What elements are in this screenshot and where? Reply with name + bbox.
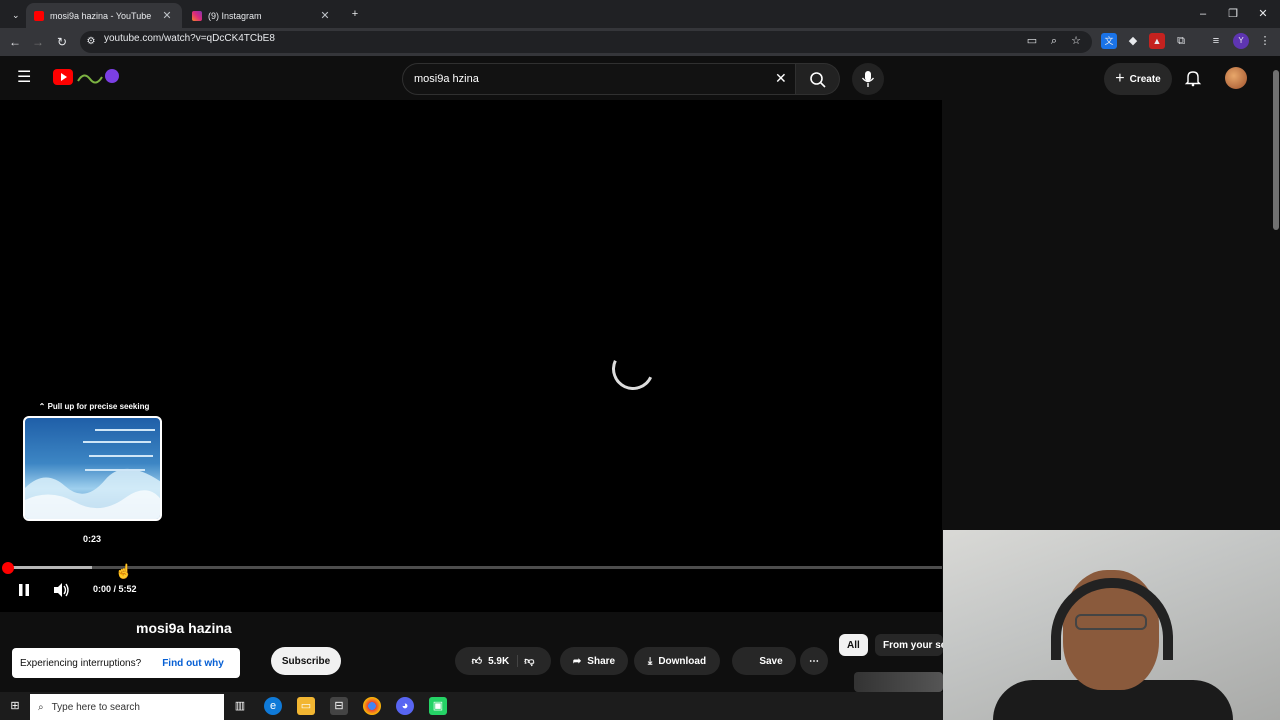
close-tab-icon[interactable]: ✕: [318, 9, 332, 22]
create-button[interactable]: + Create: [1104, 63, 1172, 95]
more-actions-icon[interactable]: ⋯: [800, 647, 828, 675]
new-tab-icon[interactable]: +: [340, 4, 370, 24]
progress-hover-fill: [8, 566, 92, 569]
account-avatar[interactable]: [1225, 67, 1247, 89]
tab-title: (9) Instagram: [208, 10, 262, 21]
clear-search-icon[interactable]: ✕: [775, 70, 787, 87]
mouse-cursor-icon: ☝: [115, 563, 133, 579]
hamburger-menu-icon[interactable]: ☰: [17, 69, 35, 87]
microphone-icon: [861, 71, 875, 87]
notifications-bell-icon[interactable]: [1184, 69, 1202, 87]
volume-icon[interactable]: [52, 582, 70, 598]
download-label: Download: [658, 655, 707, 667]
youtube-logo[interactable]: [53, 69, 73, 85]
reload-icon[interactable]: ↻: [53, 33, 71, 51]
back-icon[interactable]: ←: [6, 33, 24, 51]
task-view-icon[interactable]: ▥: [231, 697, 249, 715]
search-input[interactable]: mosi9a hzina ✕: [402, 63, 796, 95]
download-icon: ⤓: [647, 655, 653, 667]
chip-all[interactable]: All: [839, 634, 868, 656]
find-out-why-link[interactable]: Find out why: [162, 658, 224, 669]
seek-preview-thumbnail: [23, 416, 162, 521]
cast-icon[interactable]: ▭: [1024, 33, 1040, 49]
taskbar-search-placeholder: Type here to search: [51, 701, 140, 713]
search-button[interactable]: [796, 63, 840, 95]
time-display: 0:00 / 5:52: [93, 584, 137, 594]
forward-icon[interactable]: →: [29, 33, 47, 51]
progress-bar[interactable]: [8, 566, 942, 569]
create-label: Create: [1129, 73, 1161, 85]
share-button[interactable]: ➦ Share: [560, 647, 628, 675]
youtube-favicon-icon: [34, 10, 44, 21]
pause-icon[interactable]: [16, 582, 32, 598]
extension-red-icon[interactable]: ▲: [1149, 33, 1165, 49]
search-icon: ⌕: [38, 701, 44, 713]
translate-extension-icon[interactable]: 文: [1101, 33, 1117, 49]
share-label: Share: [587, 655, 616, 667]
scrubber-handle[interactable]: [2, 562, 14, 574]
file-explorer-icon[interactable]: ▭: [297, 697, 315, 715]
android-studio-icon[interactable]: ▣: [429, 697, 447, 715]
like-dislike-group: 👍︎ 5.9K 👎︎: [455, 647, 551, 675]
notice-text: Experiencing interruptions?: [20, 657, 142, 669]
tab-instagram[interactable]: (9) Instagram ✕: [184, 3, 340, 28]
thumbs-up-icon: 👍︎: [471, 656, 483, 667]
profile-icon[interactable]: Y: [1233, 33, 1249, 49]
tab-title: mosi9a hazina - YouTube: [50, 10, 152, 21]
reading-list-icon[interactable]: ≡: [1208, 33, 1224, 49]
restore-icon[interactable]: ❐: [1218, 4, 1248, 24]
discord-icon[interactable]: ◕: [396, 697, 414, 715]
extensions-puzzle-icon[interactable]: ⧉: [1173, 33, 1189, 49]
url-text[interactable]: youtube.com/watch?v=qDcCK4TCbE8: [104, 33, 275, 44]
minimize-icon[interactable]: –: [1188, 4, 1218, 24]
search-input-value: mosi9a hzina: [414, 73, 479, 85]
plus-icon: +: [1115, 70, 1125, 87]
site-info-icon[interactable]: ⚙: [82, 33, 100, 51]
webcam-overlay: [943, 530, 1280, 720]
tab-list-button[interactable]: ⌄: [4, 3, 22, 28]
voice-search-button[interactable]: [852, 63, 884, 95]
taskbar-search-input[interactable]: ⌕ Type here to search: [30, 694, 224, 720]
zoom-icon[interactable]: ⌕: [1046, 33, 1062, 49]
thumbs-down-icon[interactable]: 👎︎: [524, 655, 534, 667]
seek-hint-text: Pull up for precise seeking: [47, 402, 150, 411]
video-title: mosi9a hazina: [136, 620, 232, 636]
store-icon[interactable]: ⊟: [330, 697, 348, 715]
webcam-glasses: [1075, 614, 1147, 630]
download-button[interactable]: ⤓ Download: [634, 647, 720, 675]
chevron-up-icon: ⌃: [38, 402, 46, 411]
video-player[interactable]: [0, 100, 942, 612]
subscribe-button[interactable]: Subscribe: [271, 647, 341, 675]
interruption-notice: Experiencing interruptions? Find out why: [12, 648, 240, 678]
like-button[interactable]: 👍︎ 5.9K: [472, 655, 519, 667]
bookmark-star-icon[interactable]: ☆: [1068, 33, 1084, 49]
extension-diamond-icon[interactable]: ◆: [1125, 33, 1141, 49]
close-window-icon[interactable]: ✕: [1248, 4, 1278, 24]
instagram-favicon-icon: [192, 10, 202, 21]
chip-from-your-search[interactable]: From your se: [875, 634, 943, 656]
channel-doodle-logo[interactable]: [76, 67, 120, 87]
tab-youtube[interactable]: mosi9a hazina - YouTube ✕: [26, 3, 182, 28]
close-tab-icon[interactable]: ✕: [160, 9, 174, 22]
like-count: 5.9K: [488, 655, 510, 667]
share-arrow-icon: ➦: [572, 655, 582, 667]
scrollbar-thumb[interactable]: [1273, 70, 1279, 230]
save-label: Save: [759, 655, 783, 667]
chrome-icon[interactable]: [363, 697, 381, 715]
browser-menu-icon[interactable]: ⋮: [1257, 33, 1273, 49]
recommended-thumbnail[interactable]: [854, 672, 943, 692]
search-icon: [810, 72, 826, 88]
save-button[interactable]: Save: [732, 647, 796, 675]
edge-icon[interactable]: e: [264, 697, 282, 715]
windows-start-icon[interactable]: ⊞: [6, 697, 24, 715]
preview-time: 0:23: [82, 534, 101, 544]
seek-hint: ⌃ Pull up for precise seeking: [28, 402, 160, 411]
